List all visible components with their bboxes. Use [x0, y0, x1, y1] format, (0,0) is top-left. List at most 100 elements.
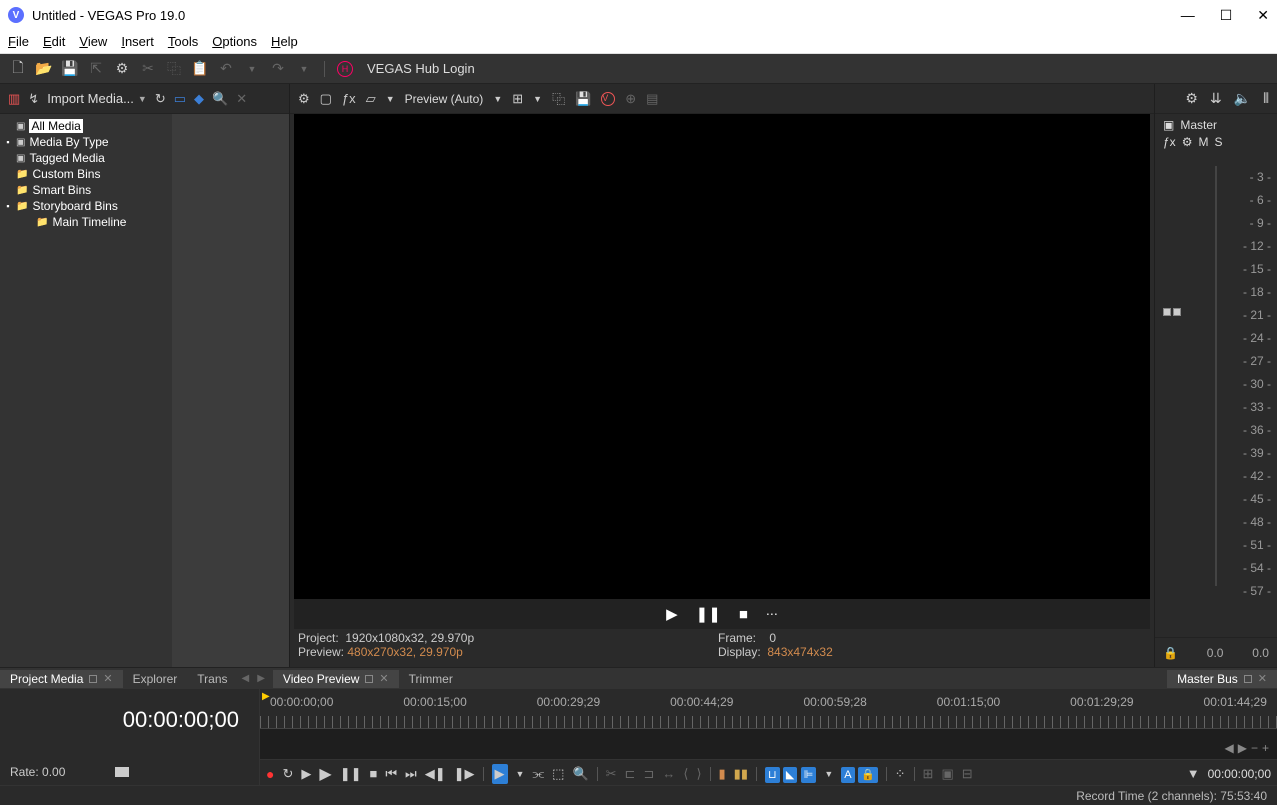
preview-quality-button[interactable]: Preview (Auto): [405, 92, 484, 106]
ignore-grouping-button[interactable]: ⁘: [895, 766, 906, 782]
play-button[interactable]: ▶: [666, 605, 678, 623]
go-start-button[interactable]: ⏮: [385, 766, 397, 782]
nested-timeline-button[interactable]: ⊟: [962, 766, 973, 782]
fader-track[interactable]: [1215, 166, 1217, 586]
undo-dropdown-icon[interactable]: ▼: [244, 61, 260, 77]
tool-dropdown-icon[interactable]: ▼: [516, 769, 525, 779]
render-icon[interactable]: ⇱: [88, 61, 104, 77]
pause-button[interactable]: ❚❚: [340, 766, 362, 782]
tab-explorer[interactable]: Explorer: [123, 670, 188, 688]
properties-icon[interactable]: ⚙: [114, 61, 130, 77]
remove-icon[interactable]: ✕: [236, 91, 247, 107]
screen-icon[interactable]: ▭: [174, 91, 186, 107]
open-project-icon[interactable]: 📂: [36, 61, 52, 77]
tab-transitions[interactable]: Trans: [187, 670, 237, 688]
split-tool[interactable]: ✂: [606, 766, 617, 782]
copy-snapshot-icon[interactable]: ⿻: [552, 89, 565, 108]
auto-ripple-button[interactable]: ⊫: [801, 767, 817, 783]
downmix-icon[interactable]: ⇊: [1210, 90, 1222, 107]
menu-insert[interactable]: Insert: [121, 34, 154, 49]
trim-end-tool[interactable]: ⊐: [643, 766, 654, 782]
next-frame-button[interactable]: ❚▶: [454, 766, 475, 782]
tab-master-bus[interactable]: Master Bus✕: [1167, 670, 1277, 688]
tree-tagged-media[interactable]: ▣Tagged Media: [2, 150, 170, 166]
tree-custom-bins[interactable]: 📁Custom Bins: [2, 166, 170, 182]
cursor-position[interactable]: 00:00:00;00: [1208, 767, 1271, 781]
maximize-tab-icon[interactable]: [89, 675, 97, 683]
play-start-button[interactable]: ▶: [301, 766, 311, 782]
scroll-left-icon[interactable]: ◀: [1225, 741, 1234, 755]
maximize-tab-icon[interactable]: [365, 675, 373, 683]
preview-dropdown-icon[interactable]: ▼: [493, 94, 502, 104]
mark-out-tool[interactable]: ⟩: [696, 766, 701, 782]
hub-login-button[interactable]: VEGAS Hub Login: [367, 61, 475, 76]
undo-icon[interactable]: ↶: [218, 61, 234, 77]
video-fx-icon[interactable]: ƒx: [342, 91, 356, 106]
record-button[interactable]: ●: [266, 766, 274, 782]
menu-options[interactable]: Options: [212, 34, 257, 49]
master-automation-icon[interactable]: ⚙: [1182, 135, 1193, 149]
timeline-ruler[interactable]: ▶ 00:00:00;0000:00:15;0000:00:29;2900:00…: [260, 689, 1277, 729]
dim-output-icon[interactable]: 🔈: [1234, 90, 1251, 107]
menu-view[interactable]: View: [79, 34, 107, 49]
refresh-icon[interactable]: ↻: [155, 91, 166, 107]
playhead-icon[interactable]: ▶: [262, 691, 270, 702]
split-dropdown-icon[interactable]: ▼: [386, 94, 395, 104]
media-fx-icon[interactable]: ◆: [194, 91, 204, 107]
maximize-button[interactable]: ☐: [1220, 7, 1233, 24]
cut-icon[interactable]: ✂: [140, 61, 156, 77]
split-screen-icon[interactable]: ▱: [366, 91, 376, 107]
create-subclip-button[interactable]: ▣: [941, 766, 953, 782]
lock-icon[interactable]: 🔒: [1163, 646, 1178, 660]
pause-button[interactable]: ❚❚: [696, 605, 721, 623]
go-end-button[interactable]: ⏭: [405, 766, 417, 782]
close-tab-icon[interactable]: ✕: [103, 672, 112, 685]
tree-all-media[interactable]: ▣All Media: [2, 118, 170, 134]
zoom-out-icon[interactable]: −: [1251, 741, 1258, 755]
preview-settings-icon[interactable]: ⚙: [298, 91, 310, 107]
play-button[interactable]: ▶: [319, 764, 331, 784]
zoom-tool[interactable]: 🔍: [572, 766, 588, 782]
shuffle-tool[interactable]: ⫘: [532, 766, 544, 782]
slip-tool[interactable]: ↔: [662, 766, 675, 781]
import-dropdown-icon[interactable]: ▼: [138, 94, 147, 104]
external-preview-icon[interactable]: ▢: [320, 91, 332, 107]
copy-icon[interactable]: ⿻: [166, 61, 182, 77]
mixer-settings-icon[interactable]: ⚙: [1185, 90, 1198, 107]
master-output-icon[interactable]: ▣: [1163, 118, 1174, 132]
region-tool[interactable]: ▮▮: [734, 766, 748, 782]
tab-scroll-left-icon[interactable]: ◀: [238, 673, 254, 684]
tab-scroll-right-icon[interactable]: ▶: [253, 673, 269, 684]
fader-handles[interactable]: [1163, 308, 1181, 316]
tab-trimmer[interactable]: Trimmer: [399, 670, 463, 688]
import-icon[interactable]: ↯: [28, 91, 39, 107]
normal-edit-tool[interactable]: ▶: [492, 764, 508, 784]
enable-snapping-button[interactable]: ⊔: [765, 767, 780, 783]
add-missing-stream-button[interactable]: ⊞: [923, 766, 934, 782]
timeline-timecode[interactable]: 00:00:00;00: [10, 707, 249, 733]
overlays-dropdown-icon[interactable]: ▼: [533, 94, 542, 104]
prev-frame-button[interactable]: ◀❚: [425, 766, 446, 782]
overlays-icon[interactable]: ⊞: [512, 91, 523, 107]
maximize-tab-icon[interactable]: [1244, 675, 1252, 683]
paste-icon[interactable]: 📋: [192, 61, 208, 77]
search-icon[interactable]: 🔍: [212, 91, 228, 107]
scroll-right-icon[interactable]: ▶: [1238, 741, 1247, 755]
marker-tool[interactable]: ▮: [719, 766, 726, 782]
grid-view-icon[interactable]: ▥: [8, 91, 20, 107]
marker-position-icon[interactable]: ▼: [1187, 766, 1200, 781]
close-button[interactable]: ✕: [1257, 7, 1269, 24]
quantize-frames-button[interactable]: ◣: [783, 767, 797, 783]
selection-tool[interactable]: ⬚: [552, 766, 564, 782]
master-fx-icon[interactable]: ƒx: [1163, 135, 1176, 149]
video-preview-area[interactable]: [294, 114, 1150, 599]
import-media-button[interactable]: Import Media...: [47, 91, 134, 106]
rate-slider[interactable]: [115, 767, 129, 777]
menu-tools[interactable]: Tools: [168, 34, 198, 49]
save-snapshot-icon[interactable]: 💾: [575, 91, 591, 107]
scopes-icon[interactable]: ▤: [646, 91, 658, 107]
lock-envelopes-button[interactable]: 🔒: [858, 767, 878, 783]
mark-in-tool[interactable]: ⟨: [683, 766, 688, 782]
faders-icon[interactable]: ⫴: [1263, 90, 1269, 107]
redo-dropdown-icon[interactable]: ▼: [296, 61, 312, 77]
